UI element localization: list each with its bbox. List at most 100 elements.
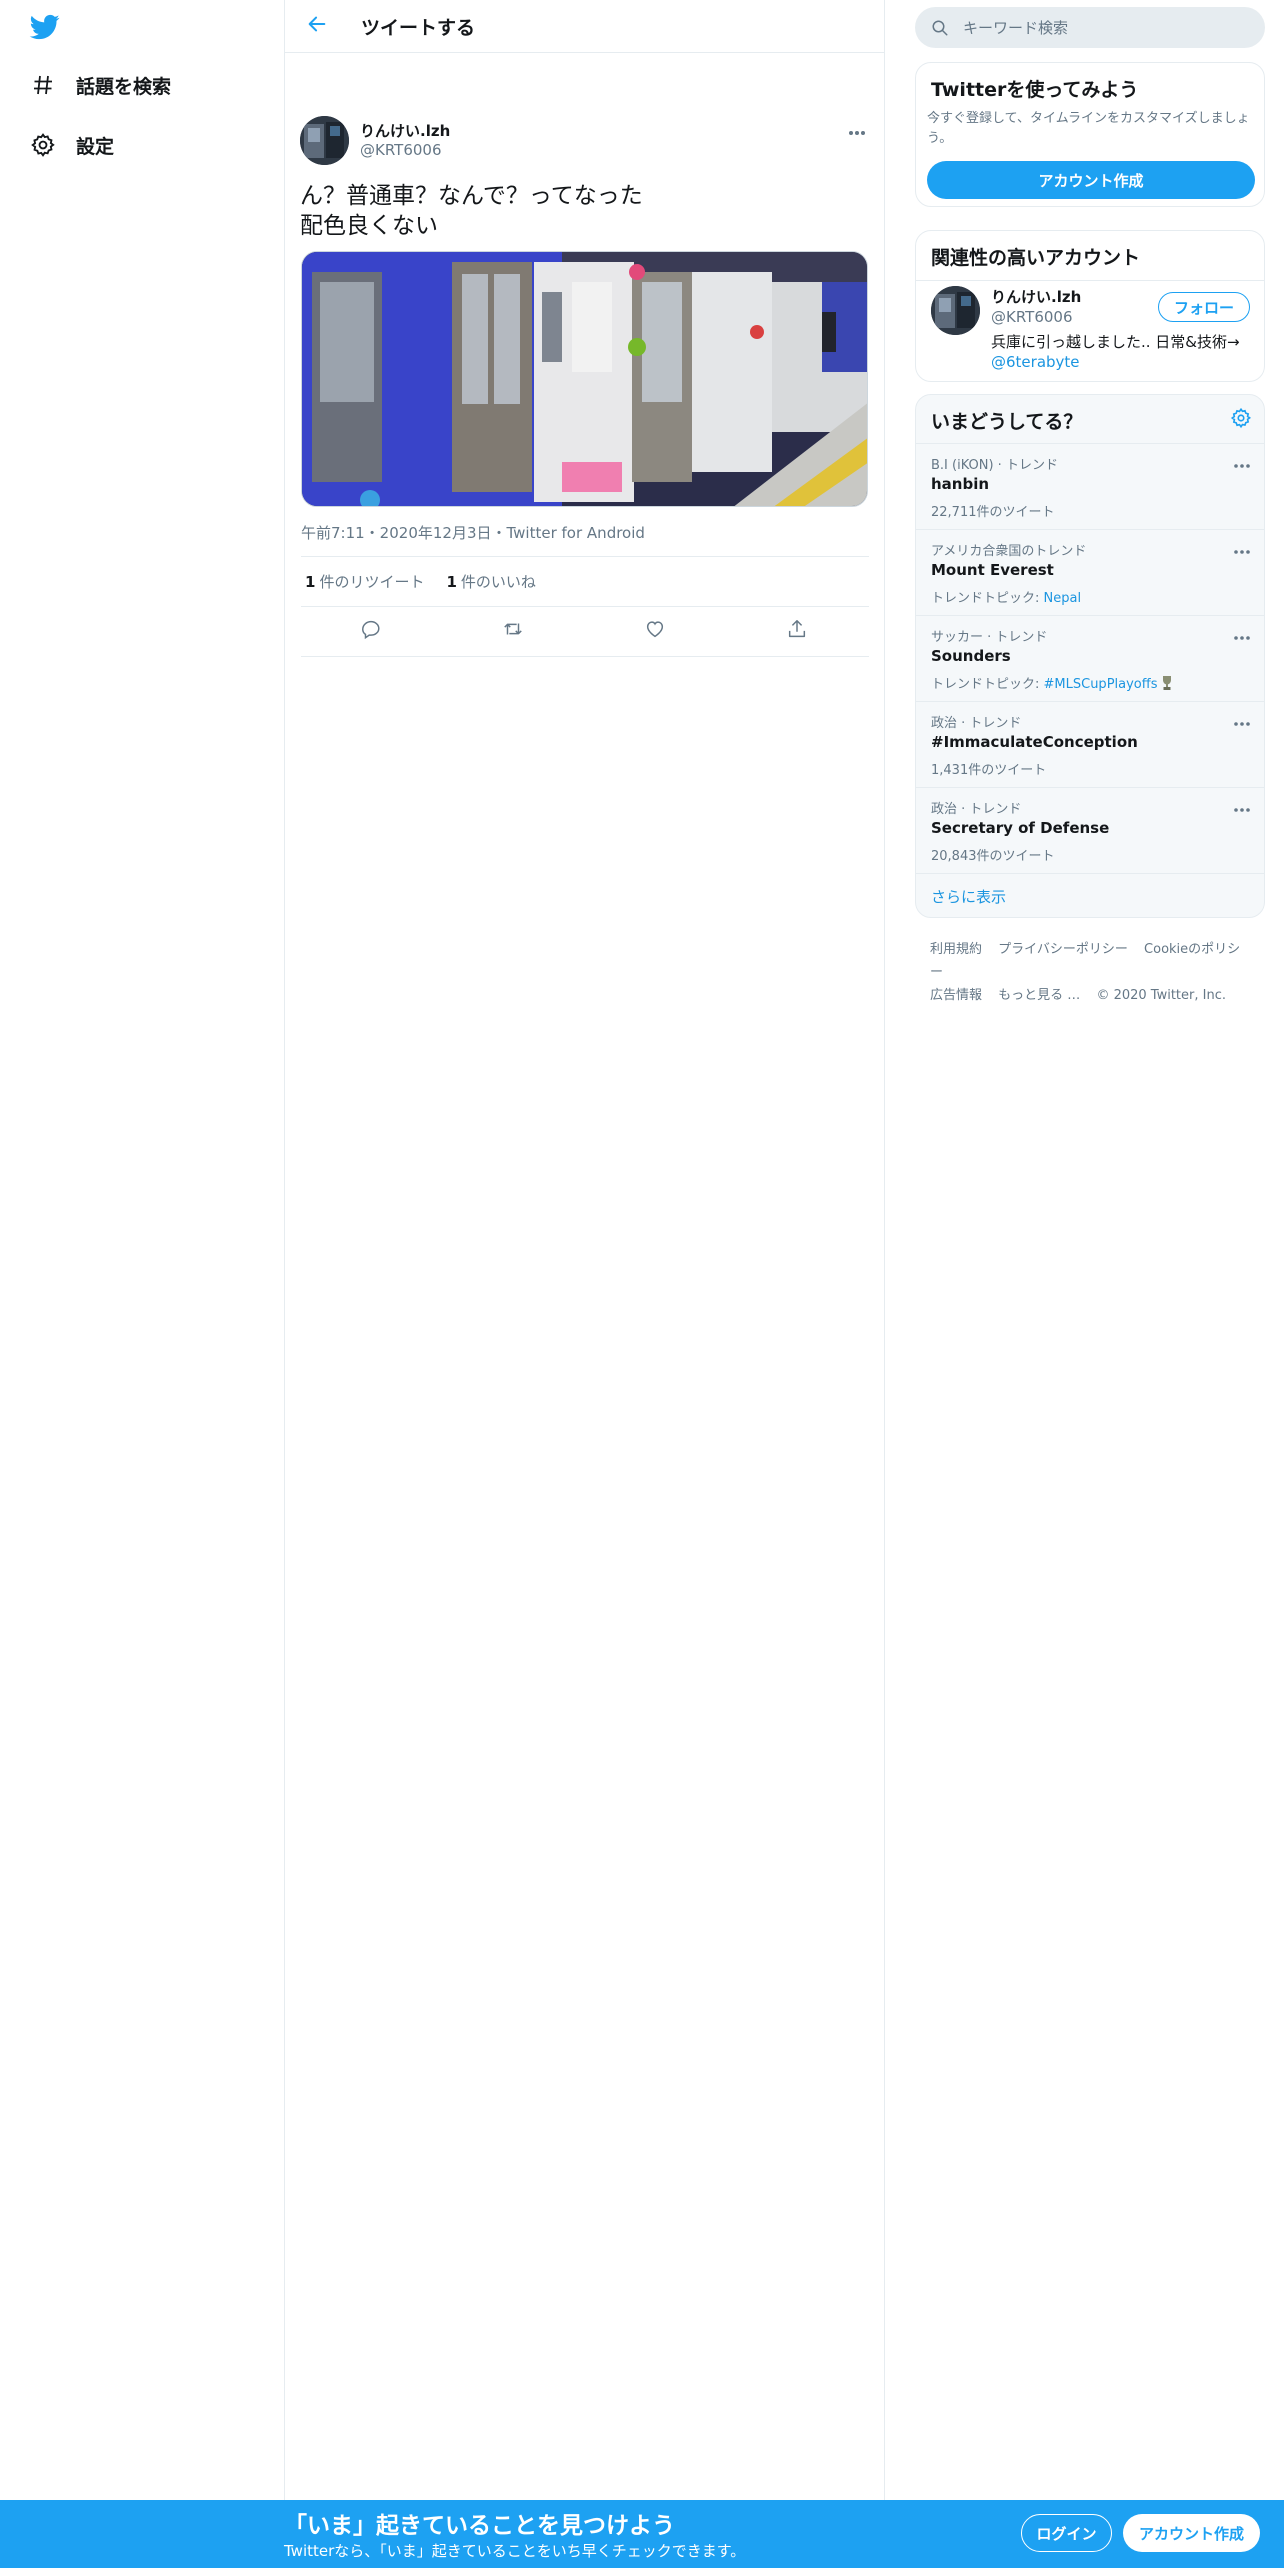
footer-link-ads[interactable]: 広告情報	[930, 988, 982, 1003]
sidebar-item-explore[interactable]: 話題を検索	[28, 65, 171, 105]
settings-gear-icon[interactable]	[1230, 407, 1254, 431]
trend-item[interactable]: アメリカ合衆国のトレンド Mount Everest トレンドトピック: Nep…	[916, 530, 1264, 616]
back-button[interactable]	[297, 6, 337, 46]
hashtag-icon	[28, 70, 58, 100]
copyright-text: © 2020 Twitter, Inc.	[1096, 988, 1226, 1003]
page-header: ツイートする	[285, 0, 884, 53]
related-account-name[interactable]: りんけい.lzh	[991, 286, 1081, 307]
search-input[interactable]	[963, 18, 1233, 37]
like-label: 件のいいね	[460, 573, 536, 591]
trend-more-button[interactable]	[1230, 624, 1254, 644]
signup-card-description: 今すぐ登録して、タイムラインをカスタマイズしましょう。	[927, 111, 1250, 146]
trend-subtext: 22,711件のツイート	[931, 501, 1055, 520]
sidebar-item-settings[interactable]: 設定	[28, 125, 114, 165]
left-sidebar: 話題を検索 設定	[0, 0, 284, 2568]
trend-name: Mount Everest	[931, 561, 1054, 579]
search-bar[interactable]	[915, 7, 1265, 48]
trophy-icon	[1160, 675, 1174, 695]
follow-button[interactable]: フォロー	[1158, 292, 1250, 322]
footer-link-terms[interactable]: 利用規約	[930, 942, 982, 957]
tweet-actions	[301, 613, 869, 649]
divider	[301, 556, 869, 557]
trend-subtext: 20,843件のツイート	[931, 845, 1055, 864]
trends-title: いまどうしてる？	[931, 411, 1083, 433]
reply-button[interactable]	[357, 617, 385, 645]
twitter-bird-icon[interactable]	[28, 12, 62, 42]
trend-item[interactable]: 政治 · トレンド #ImmaculateConception 1,431件のツ…	[916, 702, 1264, 788]
divider	[301, 656, 869, 657]
trends-header: いまどうしてる？	[916, 395, 1264, 444]
more-dots-icon	[1234, 453, 1250, 472]
sidebar-item-label: 話題を検索	[76, 75, 172, 98]
trend-context: 政治 · トレンド	[931, 802, 1022, 817]
trend-topic-link[interactable]: Nepal	[1044, 591, 1082, 606]
trend-context: 政治 · トレンド	[931, 716, 1022, 731]
avatar[interactable]	[300, 116, 349, 165]
more-options-button[interactable]	[845, 118, 869, 142]
reply-icon	[360, 618, 382, 644]
trend-name: #ImmaculateConception	[931, 733, 1138, 751]
trend-item[interactable]: 政治 · トレンド Secretary of Defense 20,843件のツ…	[916, 788, 1264, 874]
footer-link-more[interactable]: もっと見る …	[998, 988, 1080, 1003]
trend-subtext: 1,431件のツイート	[931, 759, 1046, 778]
trends-card: いまどうしてる？ B.I (iKON) · トレンド hanbin 22,711…	[915, 394, 1265, 918]
bio-mention-link[interactable]: @6terabyte	[991, 353, 1080, 371]
gear-icon	[28, 130, 58, 160]
divider	[301, 606, 869, 607]
avatar[interactable]	[931, 286, 980, 335]
trend-name: Secretary of Defense	[931, 819, 1110, 837]
trend-name: Sounders	[931, 647, 1011, 665]
more-dots-icon	[848, 121, 866, 140]
like-button[interactable]	[641, 617, 669, 645]
show-more-link[interactable]: さらに表示	[931, 886, 1006, 907]
tweet-text: ん？普通車？なんで？ってなった 配色良くない	[300, 183, 643, 239]
search-icon	[931, 19, 949, 37]
footer-links: 利用規約 プライバシーポリシー Cookieのポリシー 広告情報 もっと見る ……	[930, 938, 1260, 1007]
trend-subtext: トレンドトピック: Nepal	[931, 587, 1081, 606]
trend-item[interactable]: B.I (iKON) · トレンド hanbin 22,711件のツイート	[916, 444, 1264, 530]
tweet-author-handle[interactable]: @KRT6006	[360, 141, 442, 159]
arrow-left-icon	[306, 13, 328, 39]
trend-item[interactable]: サッカー · トレンド Sounders トレンドトピック: #MLSCupPl…	[916, 616, 1264, 702]
trend-context: B.I (iKON) · トレンド	[931, 458, 1058, 473]
retweet-icon	[501, 618, 525, 644]
retweet-count: 1	[305, 573, 316, 591]
trend-more-button[interactable]	[1230, 452, 1254, 472]
banner-title: 「いま」起きていることを見つけよう	[284, 2513, 675, 2539]
trend-subtext-label: 20,843件のツイート	[931, 849, 1055, 864]
related-account-bio: 兵庫に引っ越しました.. 日常&技術→ @6terabyte	[991, 332, 1256, 372]
trend-more-button[interactable]	[1230, 796, 1254, 816]
main-column: ツイートする りんけい.lzh @KRT6006 ん？普通車？なんで？ってなった…	[284, 0, 885, 2500]
tweet-author-name[interactable]: りんけい.lzh	[360, 120, 450, 141]
create-account-button[interactable]: アカウント作成	[927, 161, 1255, 199]
divider	[916, 280, 1264, 281]
sidebar-item-label: 設定	[76, 135, 115, 158]
page-title: ツイートする	[361, 16, 476, 39]
retweet-button[interactable]	[499, 617, 527, 645]
trend-name: hanbin	[931, 475, 990, 493]
signup-button[interactable]: アカウント作成	[1123, 2514, 1260, 2552]
retweet-stat[interactable]: 1 件のリツイート	[305, 571, 424, 592]
tweet-stats: 1 件のリツイート 1 件のいいね	[305, 571, 536, 592]
tweet-media-photo[interactable]	[301, 251, 868, 507]
footer-link-privacy[interactable]: プライバシーポリシー	[998, 942, 1128, 957]
like-count: 1	[446, 573, 457, 591]
trend-subtext-label: トレンドトピック:	[931, 591, 1044, 606]
trend-context: サッカー · トレンド	[931, 630, 1048, 645]
trend-more-button[interactable]	[1230, 710, 1254, 730]
more-dots-icon	[1234, 797, 1250, 816]
trend-subtext: トレンドトピック: #MLSCupPlayoffs	[931, 673, 1174, 695]
like-stat[interactable]: 1 件のいいね	[446, 571, 535, 592]
share-icon	[786, 618, 808, 644]
trend-subtext-label: 1,431件のツイート	[931, 763, 1047, 778]
share-button[interactable]	[783, 617, 811, 645]
login-button[interactable]: ログイン	[1021, 2514, 1112, 2552]
related-account-handle[interactable]: @KRT6006	[991, 308, 1073, 326]
trend-subtext-label: 22,711件のツイート	[931, 505, 1055, 520]
retweet-label: 件のリツイート	[319, 573, 425, 591]
trend-more-button[interactable]	[1230, 538, 1254, 558]
tweet-timestamp[interactable]: 午前7:11・2020年12月3日・Twitter for Android	[301, 522, 645, 543]
trend-topic-link[interactable]: #MLSCupPlayoffs	[1044, 677, 1158, 692]
more-dots-icon	[1234, 625, 1250, 644]
bio-text: 兵庫に引っ越しました.. 日常&技術→	[991, 333, 1240, 351]
